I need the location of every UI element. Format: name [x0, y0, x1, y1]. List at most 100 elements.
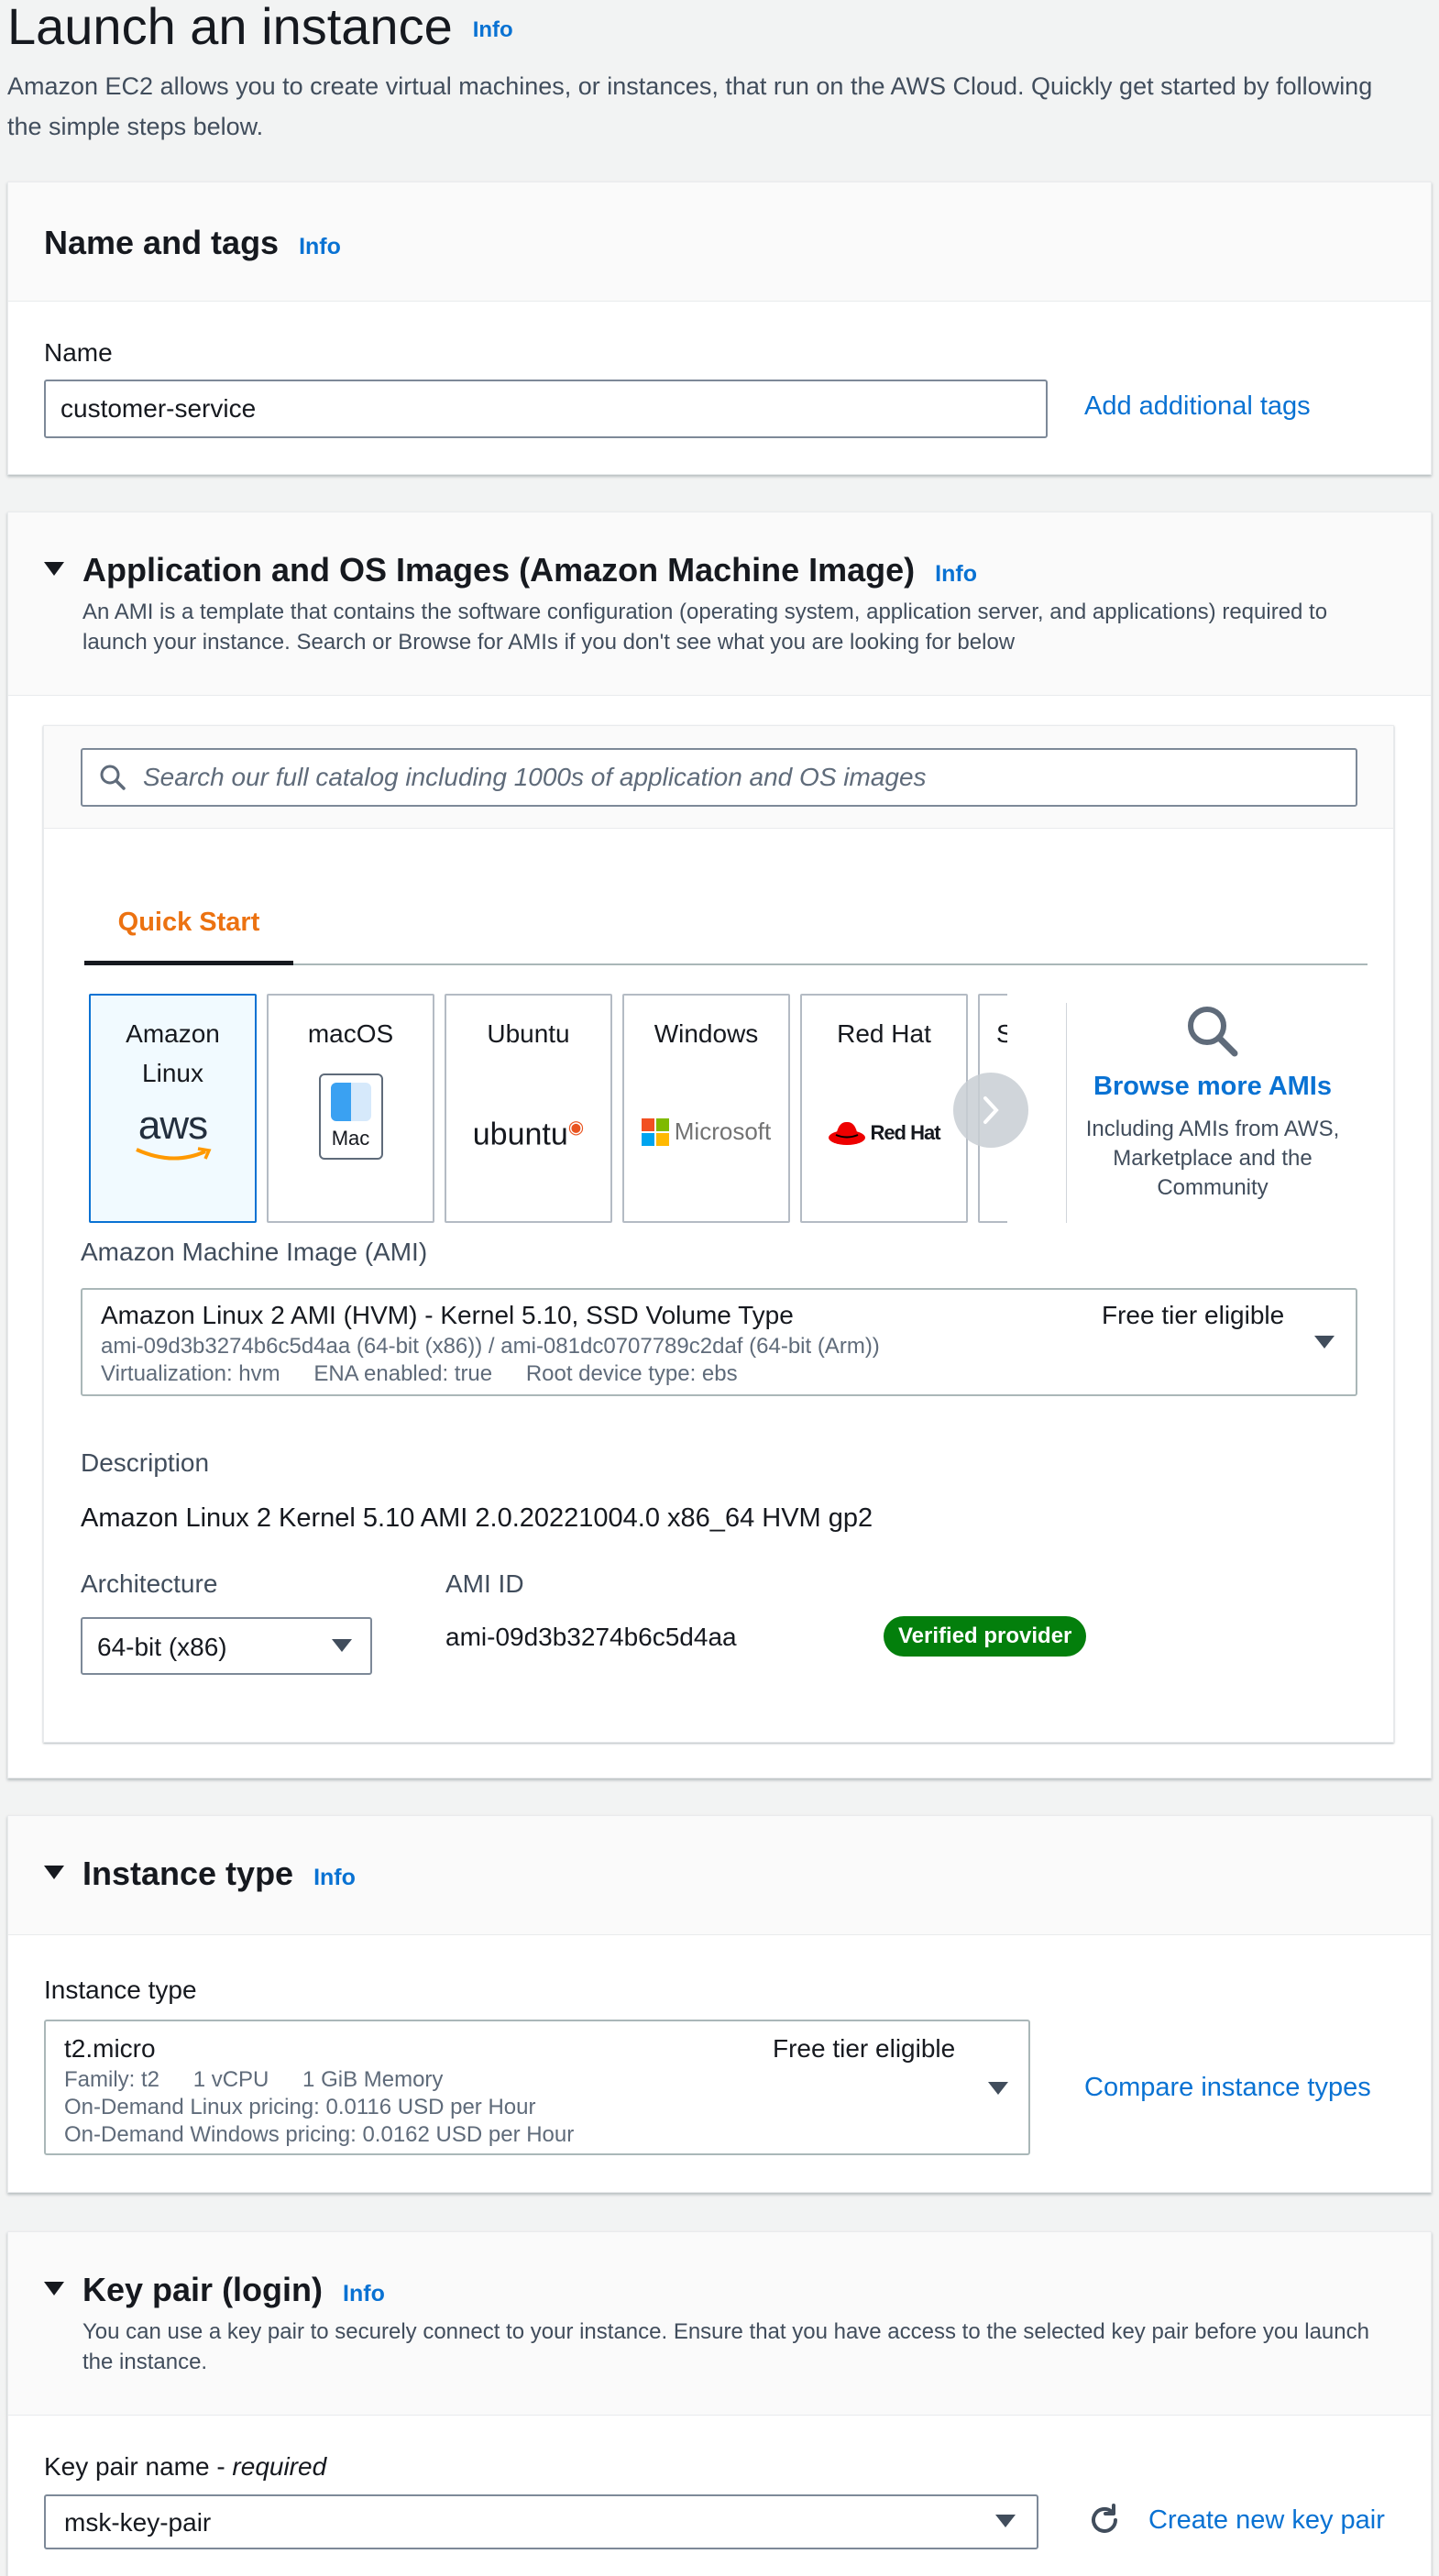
instance-type-info-link[interactable]: Info [313, 1865, 356, 1891]
ami-id-value: ami-09d3b3274b6c5d4aa [445, 1623, 737, 1651]
aws-smile-icon [135, 1147, 212, 1161]
key-pair-select[interactable]: msk-key-pair [44, 2494, 1038, 2549]
ami-panel-title-text: Application and OS Images (Amazon Machin… [82, 551, 916, 589]
ami-tile-label: S [996, 1019, 1007, 1048]
chevron-right-icon [983, 1096, 999, 1124]
ami-tile-label: Ubuntu [487, 1019, 570, 1048]
browse-more-amis-link[interactable]: Browse more AMIs [1084, 1072, 1341, 1102]
add-additional-tags-link[interactable]: Add additional tags [1084, 391, 1311, 422]
mac-logo-icon: Mac [318, 1073, 383, 1160]
instance-type-title-text: Instance type [82, 1855, 294, 1892]
chevron-down-icon [988, 2082, 1008, 2095]
key-pair-description: You can use a key pair to securely conne… [82, 2319, 1369, 2374]
refresh-key-pairs-button[interactable] [1086, 2502, 1123, 2538]
aws-logo-icon: aws [91, 1106, 255, 1167]
browse-more-amis-subtext: Including AMIs from AWS, Marketplace and… [1085, 1117, 1340, 1200]
key-pair-title[interactable]: Key pair (login) Info [44, 2271, 385, 2309]
instance-type-value: t2.micro [64, 2034, 156, 2063]
refresh-icon [1092, 2504, 1117, 2533]
key-pair-info-link[interactable]: Info [343, 2281, 385, 2307]
ami-panel-title[interactable]: Application and OS Images (Amazon Machin… [44, 551, 977, 589]
ami-tile-macos[interactable]: macOS Mac [267, 994, 434, 1223]
verified-provider-badge: Verified provider [884, 1616, 1087, 1657]
chevron-down-icon [995, 2515, 1016, 2527]
instance-type-header: Instance type Info [8, 1816, 1431, 1935]
name-label: Name [44, 338, 113, 367]
caret-down-icon [44, 1866, 64, 1879]
ami-id-label: AMI ID [445, 1569, 524, 1598]
page-title: Launch an instance Info [7, 0, 513, 64]
instance-memory: 1 GiB Memory [302, 2067, 444, 2092]
name-and-tags-info-link[interactable]: Info [299, 234, 341, 260]
microsoft-squares-icon [641, 1117, 669, 1146]
description-value: Amazon Linux 2 Kernel 5.10 AMI 2.0.20221… [81, 1503, 873, 1533]
microsoft-logo-text: Microsoft [674, 1117, 772, 1145]
instance-type-label: Instance type [44, 1976, 197, 2004]
ubuntu-logo-icon: ubuntu◉ [472, 1117, 585, 1152]
instance-type-panel: Instance type Info Instance type t2.micr… [7, 1815, 1432, 2193]
redhat-hat-icon [829, 1121, 866, 1145]
description-label: Description [81, 1448, 210, 1477]
header-info-link[interactable]: Info [473, 17, 513, 42]
ami-tile-ubuntu[interactable]: Ubuntu ubuntu◉ [445, 994, 612, 1223]
instance-type-select[interactable]: t2.micro Free tier eligible Family: t2 1… [44, 2020, 1030, 2155]
ubuntu-logo-text: ubuntu [472, 1117, 568, 1152]
tab-quick-start-label: Quick Start [117, 908, 260, 937]
ami-select-ids: ami-09d3b3274b6c5d4aa (64-bit (x86)) / a… [101, 1334, 880, 1359]
ami-select[interactable]: Amazon Linux 2 AMI (HVM) - Kernel 5.10, … [81, 1288, 1357, 1396]
tab-quick-start[interactable]: Quick Start [84, 879, 293, 965]
ami-select-meta: Virtualization: hvm ENA enabled: true Ro… [101, 1361, 738, 1387]
name-and-tags-panel: Name and tags Info Name customer-service… [7, 182, 1432, 475]
ami-search-bar-area: Search our full catalog including 1000s … [44, 726, 1393, 829]
instance-family: Family: t2 [64, 2067, 160, 2092]
architecture-label: Architecture [81, 1569, 218, 1598]
ami-tile-windows[interactable]: Windows Microsoft [622, 994, 790, 1223]
key-pair-header: Key pair (login) Info You can use a key … [8, 2232, 1431, 2416]
ami-search-input[interactable]: Search our full catalog including 1000s … [81, 748, 1357, 807]
carousel-next-button[interactable] [953, 1073, 1028, 1148]
ami-ena: ENA enabled: true [313, 1361, 493, 1386]
name-and-tags-title-text: Name and tags [44, 224, 280, 261]
chevron-down-icon [1314, 1336, 1335, 1349]
browse-divider [1066, 1003, 1067, 1223]
caret-down-icon [44, 2282, 64, 2295]
search-icon [100, 765, 126, 790]
ami-tile-label: Red Hat [837, 1019, 931, 1048]
create-new-key-pair-link[interactable]: Create new key pair [1148, 2505, 1385, 2536]
search-icon [1188, 1007, 1238, 1057]
ami-select-name: Amazon Linux 2 AMI (HVM) - Kernel 5.10, … [101, 1301, 794, 1329]
architecture-select[interactable]: 64-bit (x86) [81, 1617, 372, 1675]
instance-type-title[interactable]: Instance type Info [44, 1855, 356, 1893]
redhat-logo-icon: Red Hat [802, 1119, 966, 1147]
key-pair-panel: Key pair (login) Info You can use a key … [7, 2231, 1432, 2576]
ami-tile-label: Windows [654, 1019, 759, 1048]
ami-select-label: Amazon Machine Image (AMI) [81, 1238, 428, 1266]
key-pair-required-text: required [232, 2452, 327, 2481]
ami-tile-amazon-linux[interactable]: Amazon Linux aws [89, 994, 257, 1223]
ami-search-placeholder: Search our full catalog including 1000s … [143, 763, 927, 791]
ami-virtualization: Virtualization: hvm [101, 1361, 280, 1386]
architecture-select-value: 64-bit (x86) [97, 1633, 227, 1661]
name-and-tags-title: Name and tags Info [44, 224, 341, 262]
browse-more-amis[interactable]: Browse more AMIs Including AMIs from AWS… [1084, 1003, 1341, 1203]
ami-catalog-card: Search our full catalog including 1000s … [43, 725, 1394, 1743]
key-pair-select-value: msk-key-pair [64, 2508, 212, 2537]
chevron-down-icon [332, 1639, 352, 1652]
ami-info-link[interactable]: Info [935, 561, 977, 588]
name-input[interactable]: customer-service [44, 380, 1048, 438]
ami-tile-label: Amazon Linux [126, 1019, 220, 1087]
page-description: Amazon EC2 allows you to create virtual … [7, 72, 1373, 140]
ami-description: An AMI is a template that contains the s… [82, 600, 1328, 655]
ami-root-device: Root device type: ebs [525, 1361, 738, 1386]
ami-tile-redhat[interactable]: Red Hat Red Hat [800, 994, 968, 1223]
key-pair-label: Key pair name - required [44, 2452, 326, 2482]
key-pair-title-text: Key pair (login) [82, 2271, 324, 2308]
instance-type-specs: Family: t2 1 vCPU 1 GiB Memory [64, 2067, 443, 2093]
compare-instance-types-link[interactable]: Compare instance types [1084, 2073, 1371, 2103]
microsoft-logo-icon: Microsoft [624, 1117, 788, 1146]
page-title-text: Launch an instance [7, 0, 453, 55]
mac-logo-text: Mac [331, 1127, 370, 1150]
instance-vcpu: 1 vCPU [192, 2067, 269, 2092]
instance-free-tier-badge: Free tier eligible [773, 2034, 956, 2063]
redhat-logo-text: Red Hat [870, 1121, 940, 1144]
